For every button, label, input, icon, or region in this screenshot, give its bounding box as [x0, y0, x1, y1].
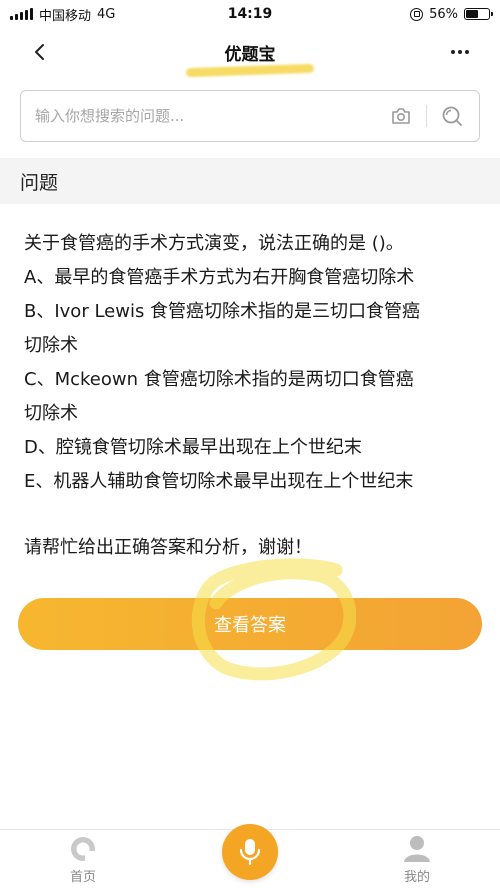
network-label: 4G	[97, 6, 116, 22]
chevron-left-icon	[35, 44, 44, 60]
battery-fill	[466, 10, 479, 18]
camera-icon	[392, 108, 410, 124]
carrier-label: 中国移动	[39, 8, 92, 24]
search-box	[20, 90, 480, 142]
back-button[interactable]	[26, 38, 54, 66]
view-answer-label: 查看答案	[214, 615, 286, 636]
more-button[interactable]	[446, 38, 474, 66]
tab-home[interactable]: 首页	[50, 834, 116, 888]
option-line: D、腔镜食管切除术最早出现在上个世纪末	[24, 437, 362, 458]
user-icon	[404, 836, 430, 862]
question-stem: 关于食管癌的手术方式演变，说法正确的是 ()。	[24, 233, 404, 254]
option-line: A、最早的食管癌手术方式为右开胸食管癌切除术	[24, 267, 415, 288]
option-line: 切除术	[24, 403, 78, 424]
status-right: 56%	[320, 6, 493, 22]
search-button[interactable]	[435, 99, 469, 133]
question-request: 请帮忙给出正确答案和分析，谢谢！	[24, 537, 312, 558]
more-dots-icon	[451, 50, 455, 54]
tab-home-label: 首页	[69, 870, 96, 885]
option-line: 切除术	[24, 335, 78, 356]
option-line: B、Ivor Lewis 食管癌切除术指的是三切口食管癌	[24, 301, 421, 322]
view-answer-button[interactable]: 查看答案	[18, 598, 482, 650]
orientation-lock-icon	[410, 7, 424, 21]
camera-button[interactable]	[384, 99, 418, 133]
option-line: E、机器人辅助食管切除术最早出现在上个世纪末	[24, 471, 414, 492]
search-input[interactable]	[35, 91, 384, 141]
battery-icon	[464, 8, 493, 20]
page-title: 优题宝	[224, 44, 276, 65]
section-title: 问题	[20, 171, 59, 194]
signal-icon	[10, 8, 33, 20]
tab-mine-label: 我的	[403, 870, 430, 885]
tab-bar: 首页 我的	[0, 824, 500, 889]
status-bar: 中国移动 4G 14:19 56%	[0, 0, 500, 28]
microphone-icon	[239, 839, 261, 866]
search-icon	[442, 106, 462, 126]
voice-search-button[interactable]	[222, 824, 278, 880]
home-icon	[71, 837, 95, 861]
battery-percent: 56%	[429, 6, 458, 22]
section-header: 问题	[0, 158, 500, 204]
search-divider	[426, 105, 427, 127]
option-line: C、Mckeown 食管癌切除术指的是两切口食管癌	[24, 369, 414, 390]
tab-mine[interactable]: 我的	[384, 834, 450, 888]
clock: 14:19	[227, 6, 273, 22]
question-body: 关于食管癌的手术方式演变，说法正确的是 ()。 A、最早的食管癌手术方式为右开胸…	[24, 227, 480, 565]
status-left: 中国移动 4G	[10, 5, 180, 24]
